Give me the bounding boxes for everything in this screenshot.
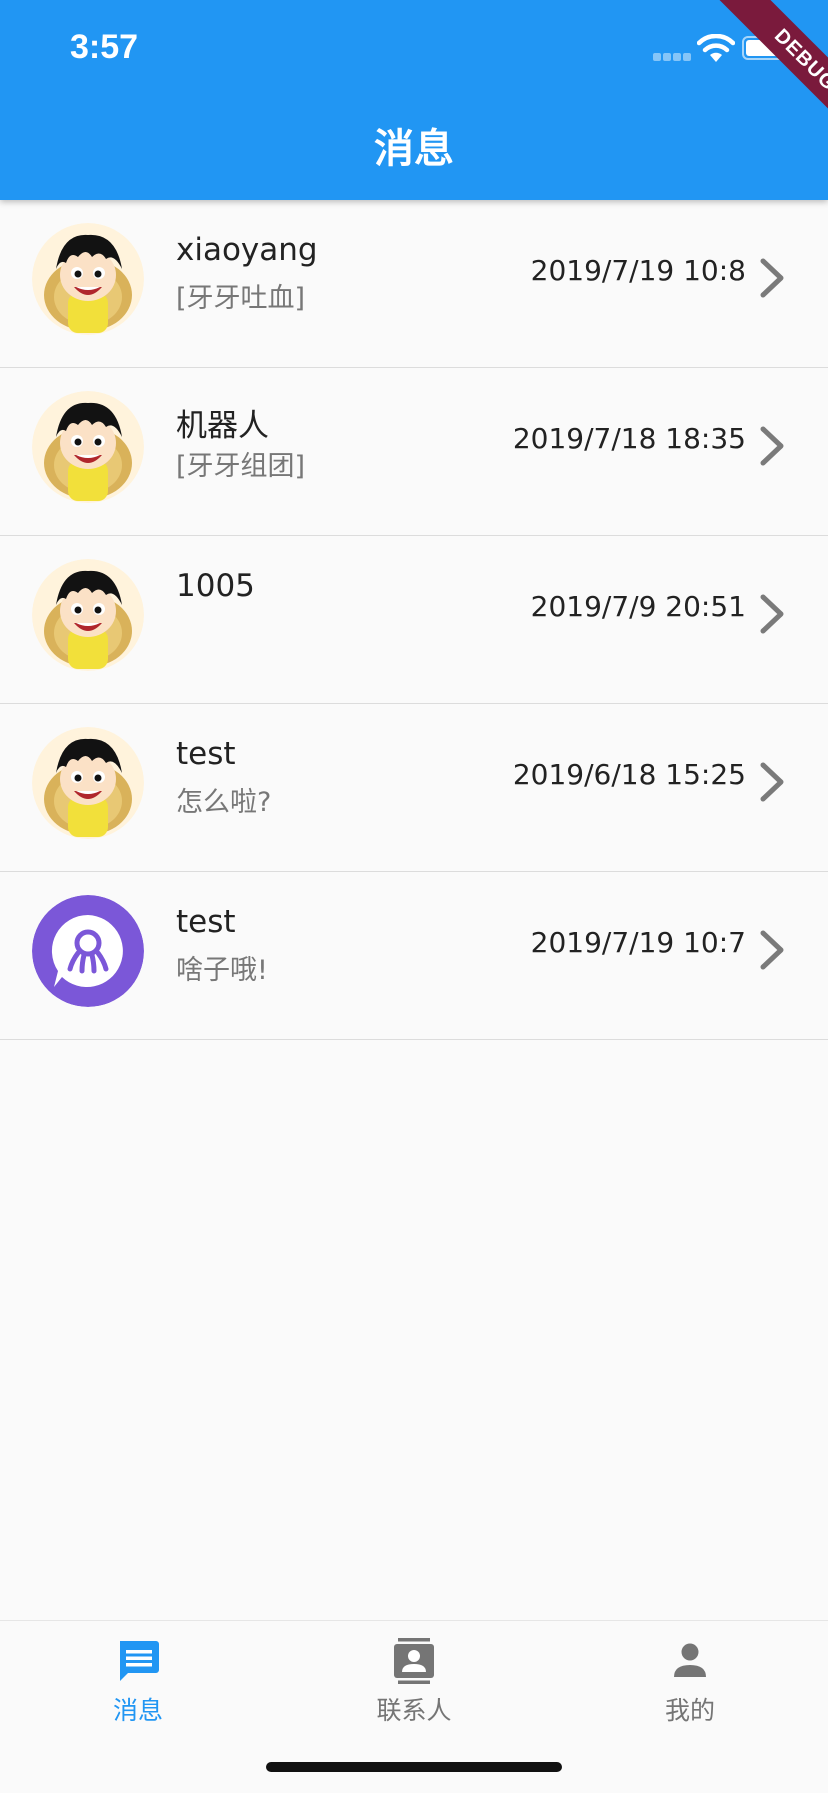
debug-banner: DEBUG — [688, 0, 828, 140]
conversation-row[interactable]: 机器人 [牙牙组团] 2019/7/18 18:35 — [0, 368, 828, 536]
tab-contacts[interactable]: 联系人 — [334, 1637, 494, 1727]
chat-icon — [120, 1641, 159, 1681]
chevron-right-icon — [760, 426, 784, 466]
message-time: 2019/7/19 10:7 — [530, 926, 746, 959]
contact-name: test — [176, 904, 236, 940]
avatar — [32, 223, 144, 335]
message-time: 2019/7/9 20:51 — [530, 590, 746, 623]
home-indicator — [266, 1762, 562, 1772]
message-preview: 怎么啦? — [176, 787, 272, 818]
contacts-icon — [394, 1638, 434, 1684]
tab-messages[interactable]: 消息 — [58, 1637, 218, 1727]
contact-name: 机器人 — [176, 408, 269, 444]
tab-label: 我的 — [664, 1696, 715, 1725]
chevron-right-icon — [760, 930, 784, 970]
octopus-chat-avatar-icon — [32, 895, 144, 1007]
luffy-avatar-icon — [32, 727, 144, 839]
contact-name: 1005 — [176, 568, 255, 604]
avatar — [32, 895, 144, 1007]
message-preview: 啥子哦! — [176, 955, 268, 986]
conversation-row[interactable]: 1005 2019/7/9 20:51 — [0, 536, 828, 704]
conversation-row[interactable]: xiaoyang [牙牙吐血] 2019/7/19 10:8 — [0, 200, 828, 368]
tab-label: 消息 — [112, 1696, 163, 1725]
conversation-row[interactable]: test 啥子哦! 2019/7/19 10:7 — [0, 872, 828, 1040]
message-preview: [牙牙组团] — [176, 451, 306, 482]
luffy-avatar-icon — [32, 223, 144, 335]
avatar — [32, 727, 144, 839]
message-time: 2019/6/18 15:25 — [512, 758, 746, 791]
status-time: 3:57 — [70, 28, 139, 66]
conversation-list: xiaoyang [牙牙吐血] 2019/7/19 10:8 机器人 [牙牙组团… — [0, 200, 828, 1040]
cellular-signal-icon — [653, 53, 691, 61]
contact-name: xiaoyang — [176, 232, 318, 268]
message-time: 2019/7/19 10:8 — [530, 254, 746, 287]
avatar — [32, 559, 144, 671]
chevron-right-icon — [760, 258, 784, 298]
chevron-right-icon — [760, 594, 784, 634]
chevron-right-icon — [760, 762, 784, 802]
tab-label: 联系人 — [376, 1696, 452, 1725]
message-preview: [牙牙吐血] — [176, 283, 306, 314]
message-time: 2019/7/18 18:35 — [512, 422, 746, 455]
conversation-row[interactable]: test 怎么啦? 2019/6/18 15:25 — [0, 704, 828, 872]
avatar — [32, 391, 144, 503]
contact-name: test — [176, 736, 236, 772]
luffy-avatar-icon — [32, 391, 144, 503]
person-icon — [674, 1643, 706, 1677]
luffy-avatar-icon — [32, 559, 144, 671]
tab-me[interactable]: 我的 — [610, 1637, 770, 1727]
debug-label: DEBUG — [718, 0, 828, 140]
